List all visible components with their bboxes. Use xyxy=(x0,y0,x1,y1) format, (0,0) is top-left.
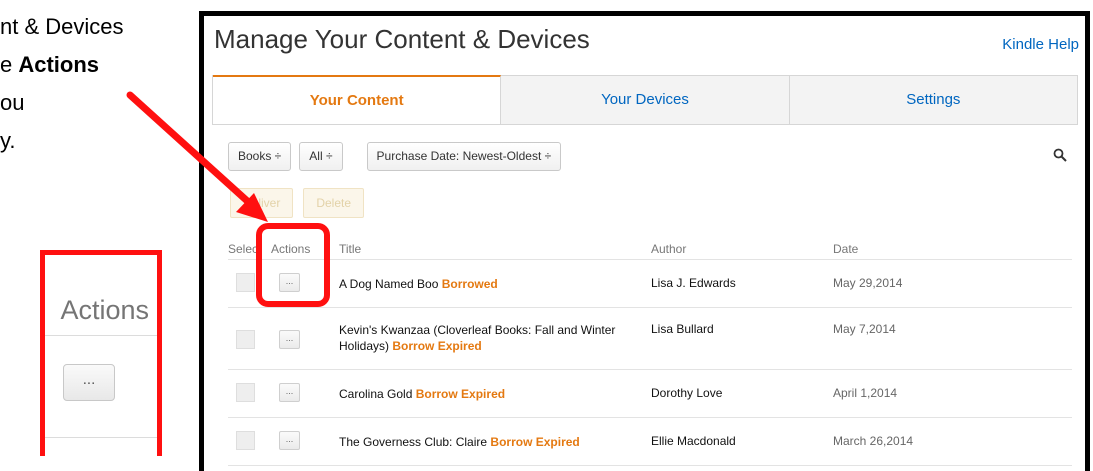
row-title-text: The Governess Club: Claire xyxy=(339,435,488,449)
deliver-button[interactable]: Deliver xyxy=(230,188,294,218)
instruction-line-4: y. xyxy=(0,128,16,153)
zoom-divider-bottom xyxy=(45,437,157,438)
column-date: Date xyxy=(833,242,859,256)
zoom-actions-label: Actions xyxy=(60,295,149,325)
row-title[interactable]: The Governess Club: Claire Borrow Expire… xyxy=(339,434,629,450)
row-date: May 29,2014 xyxy=(833,276,903,290)
search-icon[interactable] xyxy=(1053,148,1067,162)
kindle-help-link[interactable]: Kindle Help xyxy=(1002,36,1079,53)
table-header: Select Actions Title Author Date xyxy=(228,238,1072,260)
row-author: Ellie Macdonald xyxy=(651,434,736,448)
row-title[interactable]: A Dog Named Boo Borrowed xyxy=(339,276,629,292)
table-row: ... The Governess Club: Claire Borrow Ex… xyxy=(228,418,1072,466)
content-manager-screenshot: Manage Your Content & Devices Kindle Hel… xyxy=(199,11,1090,471)
tab-bar: Your Content Your Devices Settings xyxy=(212,75,1078,125)
row-author: Lisa Bullard xyxy=(651,322,714,336)
row-author: Lisa J. Edwards xyxy=(651,276,736,290)
instruction-line-1: nt & Devices xyxy=(0,14,124,39)
bulk-action-bar: Deliver Delete xyxy=(230,188,365,218)
delete-button[interactable]: Delete xyxy=(303,188,365,218)
row-status: Borrowed xyxy=(441,277,498,291)
content-type-select[interactable]: Books ÷ xyxy=(228,142,292,171)
zoom-actions-button: ... xyxy=(63,364,115,401)
row-select-checkbox[interactable] xyxy=(236,383,255,402)
row-select-checkbox[interactable] xyxy=(236,431,255,450)
zoom-callout: Actions ... xyxy=(40,250,162,456)
row-title[interactable]: Carolina Gold Borrow Expired xyxy=(339,386,629,402)
instruction-actions-word: Actions xyxy=(18,52,100,77)
instruction-line-2-prefix: e xyxy=(0,52,19,77)
tab-your-devices[interactable]: Your Devices xyxy=(501,75,790,124)
filter-bar: Books ÷ All ÷ Purchase Date: Newest-Olde… xyxy=(228,142,562,171)
instruction-line-2: e Actions xyxy=(0,46,190,84)
row-status: Borrow Expired xyxy=(490,435,580,449)
table-row: ... Carolina Gold Borrow Expired Dorothy… xyxy=(228,370,1072,418)
page-title: Manage Your Content & Devices xyxy=(214,24,590,54)
column-title: Title xyxy=(339,242,362,256)
instruction-line-3: ou xyxy=(0,90,25,115)
content-table: Select Actions Title Author Date ... A D… xyxy=(228,238,1072,466)
zoom-divider xyxy=(45,335,157,336)
row-title-text: A Dog Named Boo xyxy=(339,277,439,291)
row-select-checkbox[interactable] xyxy=(236,273,255,292)
row-status: Borrow Expired xyxy=(415,387,506,401)
sort-select[interactable]: Purchase Date: Newest-Oldest ÷ xyxy=(366,142,562,171)
row-actions-button[interactable]: ... xyxy=(279,383,300,402)
row-date: April 1,2014 xyxy=(833,386,898,400)
table-row: ... A Dog Named Boo Borrowed Lisa J. Edw… xyxy=(228,260,1072,308)
row-date: May 7,2014 xyxy=(833,322,896,336)
table-row: ... Kevin's Kwanzaa (Cloverleaf Books: F… xyxy=(228,308,1072,370)
actions-highlight-box xyxy=(256,223,330,307)
row-status: Borrow Expired xyxy=(392,339,482,353)
tab-settings[interactable]: Settings xyxy=(789,75,1077,124)
column-author: Author xyxy=(651,242,687,256)
row-actions-button[interactable]: ... xyxy=(279,330,300,349)
instruction-text: nt & Devices e Actions ou y. xyxy=(0,8,190,160)
tab-your-content[interactable]: Your Content xyxy=(213,75,502,124)
row-date: March 26,2014 xyxy=(833,434,914,448)
row-title-text: Carolina Gold xyxy=(339,387,413,401)
row-actions-button[interactable]: ... xyxy=(279,431,300,450)
row-select-checkbox[interactable] xyxy=(236,330,255,349)
row-author: Dorothy Love xyxy=(651,386,723,400)
scope-select[interactable]: All ÷ xyxy=(299,142,343,171)
row-title[interactable]: Kevin's Kwanzaa (Cloverleaf Books: Fall … xyxy=(339,322,629,354)
